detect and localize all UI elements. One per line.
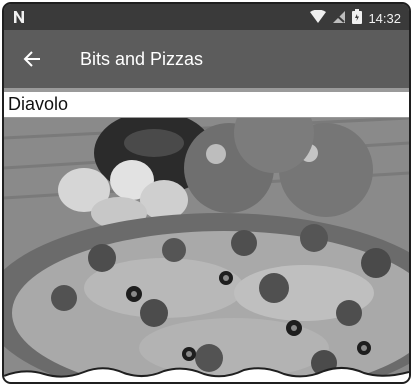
pizza-name: Diavolo — [4, 92, 409, 117]
status-bar: 14:32 — [4, 4, 409, 30]
battery-icon — [352, 9, 363, 29]
signal-off-icon — [332, 10, 346, 29]
app-bar: Bits and Pizzas — [4, 30, 409, 88]
phone-screen: 14:32 Bits and Pizzas Diavolo — [2, 2, 411, 384]
back-button[interactable] — [18, 45, 46, 73]
arrow-left-icon — [23, 51, 40, 67]
pizza-photo — [4, 93, 409, 382]
wifi-icon — [310, 9, 327, 29]
app-title: Bits and Pizzas — [80, 49, 204, 69]
status-time: 14:32 — [368, 11, 401, 26]
notification-icon — [12, 9, 26, 30]
